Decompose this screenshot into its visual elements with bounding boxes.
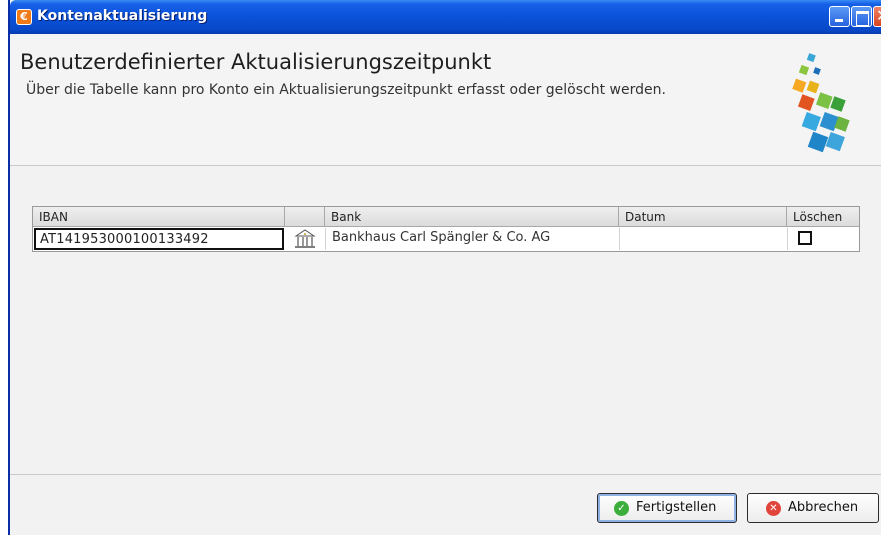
dialog-window: € Kontenaktualisierung ✕ Benutzerdefinie… — [8, 0, 881, 535]
maximize-button[interactable] — [851, 6, 872, 27]
bank-cell-icon — [287, 228, 323, 250]
finish-button-label: Fertigstellen — [636, 500, 717, 515]
column-header-bank[interactable]: Bank — [325, 207, 619, 227]
window-title: Kontenaktualisierung — [37, 8, 208, 24]
delete-cell — [787, 228, 861, 250]
bank-cell[interactable]: Bankhaus Carl Spängler & Co. AG — [325, 228, 619, 250]
delete-checkbox[interactable] — [798, 231, 812, 245]
column-header-loeschen[interactable]: Löschen — [787, 207, 861, 227]
accounts-table: IBAN Bank Datum Löschen AT14195300010013… — [32, 206, 860, 252]
table-header: IBAN Bank Datum Löschen — [33, 207, 859, 227]
dialog-header: Benutzerdefinierter Aktualisierungszeitp… — [10, 34, 881, 166]
page-title: Benutzerdefinierter Aktualisierungszeitp… — [20, 50, 492, 74]
cancel-circle-icon: ✕ — [766, 501, 781, 516]
cancel-button[interactable]: ✕ Abbrechen — [747, 493, 879, 523]
finish-button[interactable]: ✓ Fertigstellen — [597, 493, 737, 523]
colored-cubes-icon — [792, 53, 850, 153]
column-header-iban[interactable]: IBAN — [33, 207, 285, 227]
datum-cell[interactable] — [619, 228, 787, 250]
close-button[interactable]: ✕ — [873, 6, 881, 27]
iban-cell[interactable]: AT141953000100133492 — [34, 228, 284, 250]
euro-icon: € — [16, 9, 32, 25]
bank-building-icon — [294, 229, 316, 248]
footer-divider — [10, 474, 881, 475]
check-circle-icon: ✓ — [614, 501, 629, 516]
close-icon: ✕ — [876, 6, 881, 25]
minimize-button[interactable] — [829, 6, 850, 27]
title-bar[interactable]: € Kontenaktualisierung ✕ — [10, 0, 881, 34]
column-header-datum[interactable]: Datum — [619, 207, 787, 227]
column-header-icon[interactable] — [285, 207, 325, 227]
cancel-button-label: Abbrechen — [788, 500, 859, 515]
table-row[interactable]: AT141953000100133492 Bankhaus Carl Späng… — [33, 228, 859, 250]
page-description: Über die Tabelle kann pro Konto ein Aktu… — [26, 82, 666, 98]
